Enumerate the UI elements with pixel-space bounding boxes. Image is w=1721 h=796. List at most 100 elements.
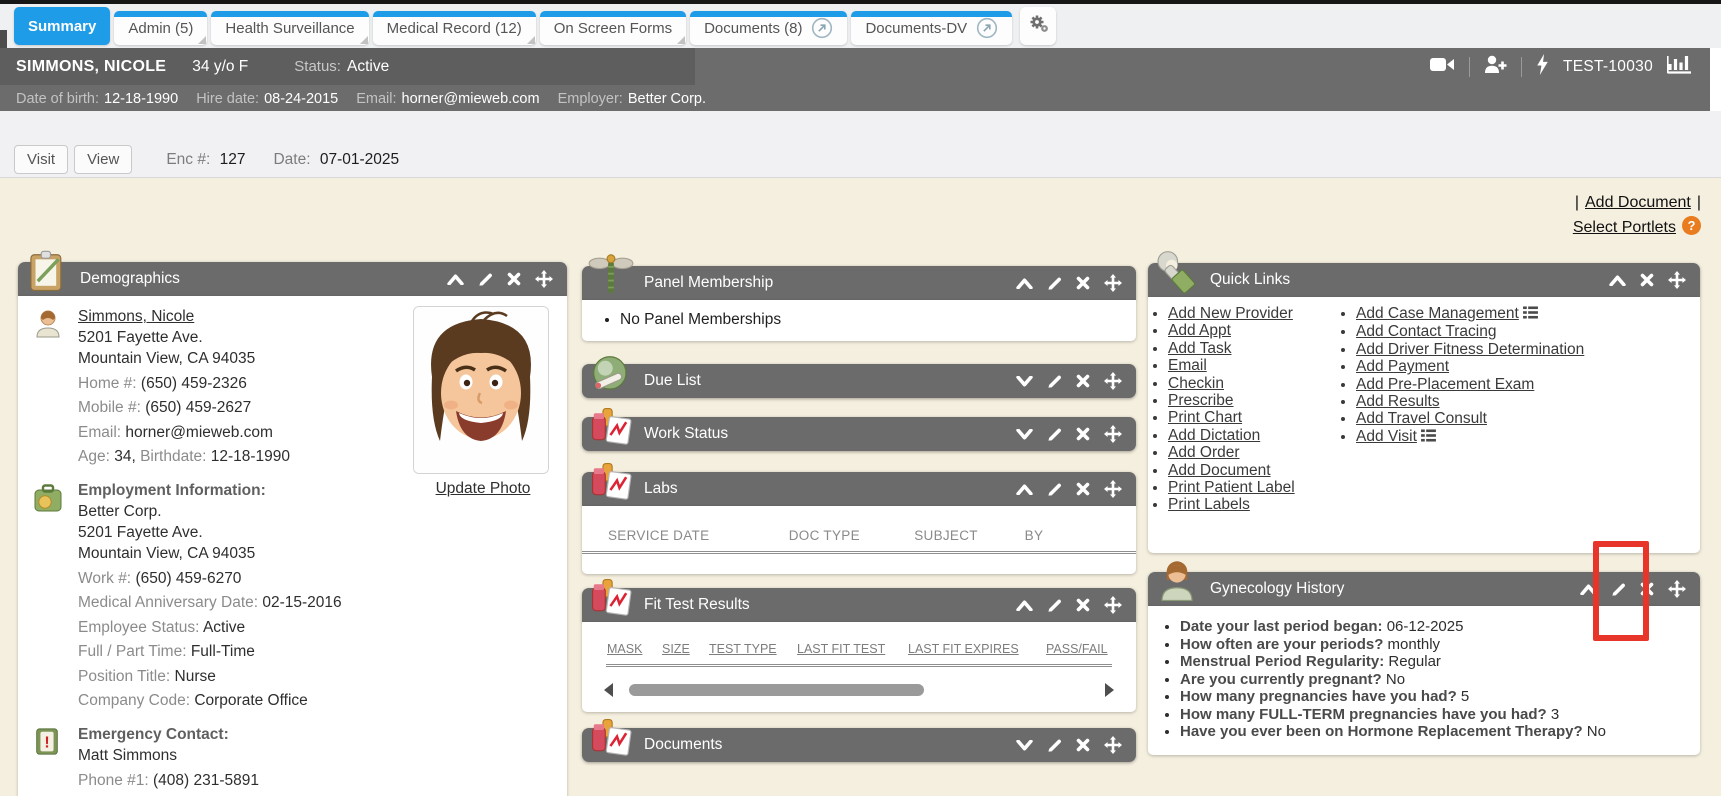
edit-icon[interactable]: [1047, 276, 1062, 291]
tab-medical-record[interactable]: Medical Record (12): [373, 11, 536, 45]
print-patient-label-link[interactable]: Print Patient Label: [1168, 479, 1295, 496]
add-user-icon[interactable]: [1484, 55, 1507, 79]
scrollbar-track[interactable]: [621, 684, 1097, 696]
labs-col-subject[interactable]: SUBJECT: [914, 528, 1024, 543]
tab-settings-button[interactable]: [1020, 7, 1056, 45]
add-driver-fitness-link[interactable]: Add Driver Fitness Determination: [1356, 341, 1584, 358]
add-document-link[interactable]: Add Document: [1585, 194, 1691, 212]
add-contact-tracing-link[interactable]: Add Contact Tracing: [1356, 323, 1496, 340]
update-photo-link[interactable]: Update Photo: [436, 480, 531, 498]
add-pre-placement-exam-link[interactable]: Add Pre-Placement Exam: [1356, 376, 1534, 393]
add-visit-link[interactable]: Add Visit: [1356, 428, 1417, 445]
prescribe-link[interactable]: Prescribe: [1168, 392, 1233, 409]
close-icon[interactable]: [1076, 738, 1090, 752]
close-icon[interactable]: [1076, 276, 1090, 290]
fit-col-size[interactable]: SIZE: [662, 642, 690, 656]
visit-button[interactable]: Visit: [14, 145, 68, 174]
fit-col-pass-fail[interactable]: PASS/FAIL: [1046, 642, 1108, 656]
move-icon[interactable]: [1104, 425, 1122, 443]
close-icon[interactable]: [1640, 582, 1654, 596]
view-button[interactable]: View: [74, 145, 132, 174]
tab-summary[interactable]: Summary: [14, 7, 110, 45]
close-icon[interactable]: [1640, 273, 1654, 287]
list-grid-icon[interactable]: [1421, 429, 1436, 446]
add-results-link[interactable]: Add Results: [1356, 393, 1440, 410]
print-chart-link[interactable]: Print Chart: [1168, 409, 1242, 426]
collapse-icon[interactable]: [447, 274, 464, 285]
expand-icon[interactable]: [1016, 376, 1033, 387]
close-icon[interactable]: [1076, 598, 1090, 612]
video-camera-icon[interactable]: [1430, 56, 1455, 78]
horizontal-scrollbar[interactable]: [604, 675, 1114, 705]
fit-col-last-fit-test[interactable]: LAST FIT TEST: [797, 642, 885, 656]
checkin-link[interactable]: Checkin: [1168, 375, 1224, 392]
close-icon[interactable]: [507, 272, 521, 286]
open-new-window-icon[interactable]: [811, 17, 833, 39]
collapse-icon[interactable]: [1609, 275, 1626, 286]
move-icon[interactable]: [535, 270, 553, 288]
add-case-management-link[interactable]: Add Case Management: [1356, 305, 1519, 322]
move-icon[interactable]: [1104, 596, 1122, 614]
email-link[interactable]: Email: [1168, 357, 1207, 374]
add-new-provider-link[interactable]: Add New Provider: [1168, 305, 1293, 322]
add-document-link[interactable]: Add Document: [1168, 462, 1271, 479]
quick-link-item: Add Appt: [1168, 322, 1336, 339]
collapse-icon[interactable]: [1016, 600, 1033, 611]
expand-icon[interactable]: [1016, 429, 1033, 440]
employer-label: Employer:: [558, 91, 623, 107]
meds-chart-icon: [588, 404, 634, 450]
close-icon[interactable]: [1076, 374, 1090, 388]
tab-admin[interactable]: Admin (5): [114, 11, 207, 45]
tab-health-surveillance[interactable]: Health Surveillance: [211, 11, 368, 45]
tab-label: Summary: [28, 18, 96, 35]
labs-col-by[interactable]: BY: [1025, 528, 1110, 543]
patient-name-link[interactable]: Simmons, Nicole: [78, 308, 194, 325]
add-task-link[interactable]: Add Task: [1168, 340, 1231, 357]
tab-on-screen-forms[interactable]: On Screen Forms: [540, 11, 686, 45]
collapse-icon[interactable]: [1016, 278, 1033, 289]
bar-chart-icon[interactable]: [1667, 54, 1692, 79]
open-new-window-icon[interactable]: [976, 17, 998, 39]
expand-icon[interactable]: [1016, 740, 1033, 751]
list-grid-icon[interactable]: [1523, 306, 1538, 323]
move-icon[interactable]: [1104, 736, 1122, 754]
edit-icon[interactable]: [1047, 598, 1062, 613]
move-icon[interactable]: [1668, 580, 1686, 598]
edit-icon[interactable]: [1611, 582, 1626, 597]
portlet-title: Labs: [644, 480, 678, 498]
add-order-link[interactable]: Add Order: [1168, 444, 1240, 461]
panel-membership-empty: No Panel Memberships: [620, 309, 1136, 330]
edit-icon[interactable]: [1047, 738, 1062, 753]
tab-documents[interactable]: Documents (8): [690, 11, 847, 45]
edit-icon[interactable]: [1047, 482, 1062, 497]
fit-col-test-type[interactable]: TEST TYPE: [709, 642, 777, 656]
add-appt-link[interactable]: Add Appt: [1168, 322, 1231, 339]
labs-col-doc-type[interactable]: DOC TYPE: [789, 528, 915, 543]
fit-col-mask[interactable]: MASK: [607, 642, 642, 656]
close-icon[interactable]: [1076, 482, 1090, 496]
print-labels-link[interactable]: Print Labels: [1168, 496, 1250, 513]
scrollbar-thumb[interactable]: [629, 684, 924, 696]
move-icon[interactable]: [1104, 372, 1122, 390]
lightning-icon[interactable]: [1536, 54, 1549, 80]
labs-col-service-date[interactable]: SERVICE DATE: [608, 528, 789, 543]
move-icon[interactable]: [1104, 480, 1122, 498]
help-icon[interactable]: ?: [1682, 216, 1701, 240]
edit-icon[interactable]: [1047, 374, 1062, 389]
scroll-left-icon[interactable]: [604, 683, 613, 697]
scroll-right-icon[interactable]: [1105, 683, 1114, 697]
tab-documents-dv[interactable]: Documents-DV: [851, 11, 1012, 45]
add-payment-link[interactable]: Add Payment: [1356, 358, 1449, 375]
edit-icon[interactable]: [478, 272, 493, 287]
add-travel-consult-link[interactable]: Add Travel Consult: [1356, 410, 1487, 427]
select-portlets-link[interactable]: Select Portlets: [1573, 219, 1676, 237]
move-icon[interactable]: [1668, 271, 1686, 289]
move-icon[interactable]: [1104, 274, 1122, 292]
collapse-icon[interactable]: [1016, 484, 1033, 495]
collapse-icon[interactable]: [1580, 584, 1597, 595]
fit-col-last-fit-expires[interactable]: LAST FIT EXPIRES: [908, 642, 1019, 656]
add-dictation-link[interactable]: Add Dictation: [1168, 427, 1260, 444]
meds-chart-icon: [588, 575, 634, 621]
edit-icon[interactable]: [1047, 427, 1062, 442]
close-icon[interactable]: [1076, 427, 1090, 441]
